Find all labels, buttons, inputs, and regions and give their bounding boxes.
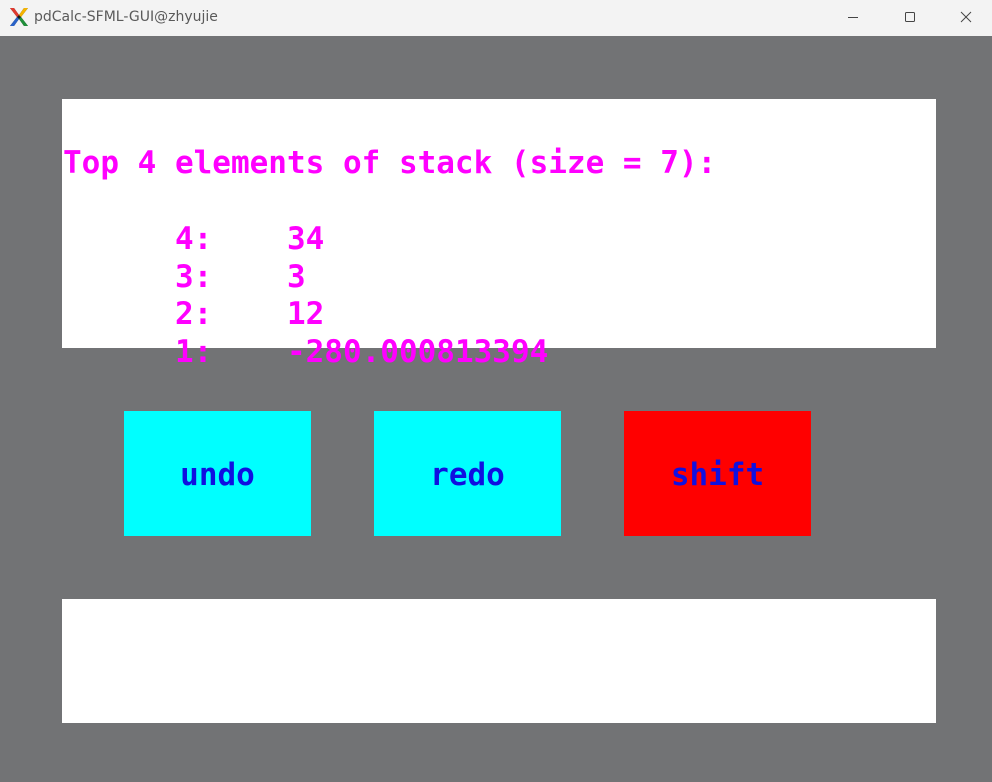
window-titlebar: pdCalc-SFML-GUI@zhyujie xyxy=(0,0,992,36)
minimize-icon xyxy=(848,17,858,18)
stack-display: Top 4 elements of stack (size = 7): 4: 34… xyxy=(62,99,936,370)
stack-row: 1: -280.000813394 xyxy=(63,295,548,370)
window-title: pdCalc-SFML-GUI@zhyujie xyxy=(34,9,218,25)
maximize-button[interactable] xyxy=(881,0,939,34)
redo-button-label: redo xyxy=(430,456,505,493)
calculator-canvas: Top 4 elements of stack (size = 7): 4: 34… xyxy=(0,36,992,782)
stack-row: 3: 3 xyxy=(63,220,306,295)
undo-button-label: undo xyxy=(180,456,255,493)
command-input[interactable] xyxy=(62,599,936,723)
stack-row-value: -280.000813394 xyxy=(286,334,549,370)
app-x-icon xyxy=(9,7,29,27)
stack-header: Top 4 elements of stack (size = 7): xyxy=(63,145,717,181)
maximize-icon xyxy=(905,12,915,22)
stack-row: 4: 34 xyxy=(63,182,324,257)
redo-button[interactable]: redo xyxy=(374,411,561,536)
close-button[interactable] xyxy=(939,0,992,34)
stack-row-index: 1: xyxy=(174,334,213,370)
stack-row: 2: 12 xyxy=(63,257,324,332)
undo-button[interactable]: undo xyxy=(124,411,311,536)
close-icon xyxy=(960,11,971,23)
shift-button-label: shift xyxy=(670,456,765,493)
shift-button[interactable]: shift xyxy=(624,411,811,536)
minimize-button[interactable] xyxy=(824,0,882,34)
